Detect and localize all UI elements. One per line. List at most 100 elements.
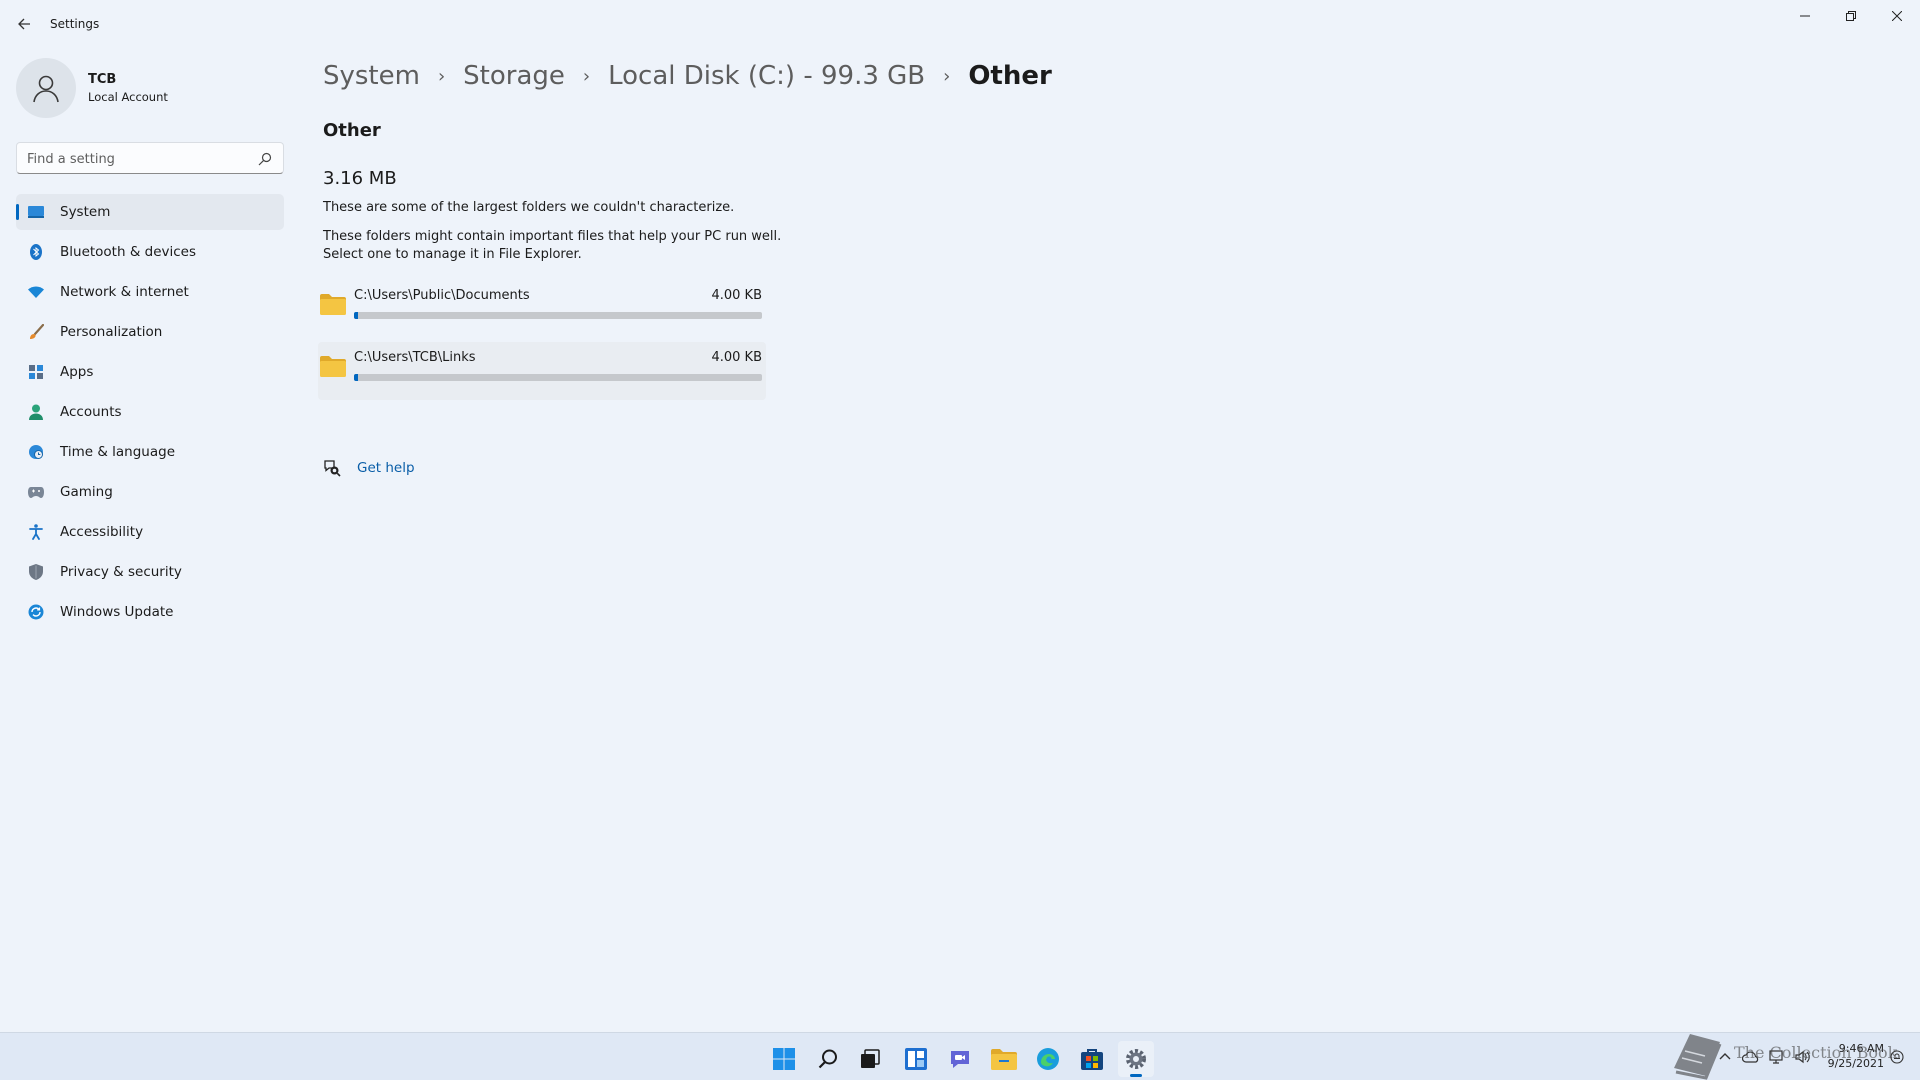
globe-clock-icon bbox=[28, 444, 44, 460]
usage-bar bbox=[354, 374, 762, 381]
sidebar-item-label: Accessibility bbox=[60, 524, 144, 540]
section-title: Other bbox=[323, 120, 381, 141]
sidebar-item-accounts[interactable]: Accounts bbox=[16, 394, 284, 430]
minimize-button[interactable] bbox=[1782, 0, 1828, 32]
brush-icon bbox=[28, 324, 44, 340]
file-explorer-icon bbox=[991, 1049, 1017, 1070]
breadcrumb-system[interactable]: System bbox=[323, 61, 420, 91]
restore-button[interactable] bbox=[1828, 0, 1874, 32]
search-input[interactable] bbox=[27, 149, 247, 169]
search-icon[interactable] bbox=[257, 151, 273, 167]
chevron-right-icon: › bbox=[437, 65, 446, 87]
folder-path: C:\Users\TCB\Links bbox=[354, 350, 476, 365]
sidebar-nav: System Bluetooth & devices Network & int… bbox=[16, 194, 284, 634]
apps-icon bbox=[28, 364, 44, 380]
sidebar-item-label: System bbox=[60, 204, 111, 220]
sidebar-item-apps[interactable]: Apps bbox=[16, 354, 284, 390]
taskbar-settings[interactable] bbox=[1118, 1041, 1154, 1077]
system-icon bbox=[28, 204, 44, 220]
folder-size: 4.00 KB bbox=[711, 350, 762, 365]
task-view-icon bbox=[861, 1049, 880, 1068]
minimize-icon bbox=[1800, 15, 1810, 17]
folder-item-links[interactable]: C:\Users\TCB\Links 4.00 KB bbox=[318, 342, 766, 400]
sidebar-item-label: Privacy & security bbox=[60, 564, 182, 580]
description: These are some of the largest folders we… bbox=[323, 200, 735, 215]
sidebar-item-bluetooth[interactable]: Bluetooth & devices bbox=[16, 234, 284, 270]
app-title: Settings bbox=[50, 17, 100, 31]
book-logo-icon bbox=[1674, 1034, 1722, 1080]
breadcrumb-local-disk[interactable]: Local Disk (C:) - 99.3 GB bbox=[608, 61, 925, 91]
avatar bbox=[16, 58, 76, 118]
start-icon bbox=[773, 1048, 795, 1070]
sidebar-item-network[interactable]: Network & internet bbox=[16, 274, 284, 310]
folder-icon bbox=[320, 356, 346, 377]
store-icon bbox=[1081, 1049, 1103, 1070]
restore-icon bbox=[1846, 11, 1856, 21]
chevron-right-icon: › bbox=[582, 65, 591, 87]
get-help-link[interactable]: Get help bbox=[357, 460, 415, 476]
edge-icon bbox=[1037, 1048, 1059, 1070]
description-line: These folders might contain important fi… bbox=[323, 229, 782, 244]
folder-size: 4.00 KB bbox=[711, 288, 762, 303]
search-icon bbox=[818, 1049, 837, 1069]
sidebar-item-label: Windows Update bbox=[60, 604, 174, 620]
usage-bar-fill bbox=[354, 312, 359, 319]
back-button[interactable] bbox=[12, 12, 36, 36]
taskbar-start[interactable] bbox=[766, 1041, 802, 1077]
total-size: 3.16 MB bbox=[323, 168, 397, 189]
breadcrumb-current: Other bbox=[968, 61, 1052, 91]
sidebar-item-personalization[interactable]: Personalization bbox=[16, 314, 284, 350]
gamepad-icon bbox=[28, 484, 44, 500]
accessibility-icon bbox=[28, 524, 44, 540]
breadcrumb-storage[interactable]: Storage bbox=[463, 61, 565, 91]
taskbar-search[interactable] bbox=[810, 1041, 846, 1077]
taskbar-task-view[interactable] bbox=[852, 1041, 888, 1077]
usage-bar-fill bbox=[354, 374, 359, 381]
sidebar-item-label: Bluetooth & devices bbox=[60, 244, 197, 260]
usage-bar bbox=[354, 312, 762, 319]
wifi-icon bbox=[28, 284, 44, 300]
sidebar-item-accessibility[interactable]: Accessibility bbox=[16, 514, 284, 550]
sidebar-item-system[interactable]: System bbox=[16, 194, 284, 230]
sidebar-item-label: Gaming bbox=[60, 484, 113, 500]
user-name: TCB bbox=[88, 72, 117, 87]
taskbar-store[interactable] bbox=[1074, 1041, 1110, 1077]
close-icon bbox=[1892, 11, 1902, 21]
sidebar-item-label: Apps bbox=[60, 364, 94, 380]
folder-path: C:\Users\Public\Documents bbox=[354, 288, 530, 303]
help-chat-icon bbox=[324, 460, 341, 477]
bluetooth-icon bbox=[28, 244, 44, 260]
sidebar-item-gaming[interactable]: Gaming bbox=[16, 474, 284, 510]
settings-window: Settings TCB Local Account System Blueto… bbox=[0, 0, 1920, 1032]
breadcrumb: System › Storage › Local Disk (C:) - 99.… bbox=[323, 56, 1052, 96]
search-box bbox=[16, 142, 284, 174]
account-type: Local Account bbox=[88, 90, 168, 104]
description-detail: These folders might contain important fi… bbox=[323, 228, 843, 264]
user-avatar-icon bbox=[33, 75, 59, 103]
shield-icon bbox=[28, 564, 44, 580]
sidebar-item-label: Time & language bbox=[60, 444, 176, 460]
settings-icon bbox=[1126, 1049, 1146, 1069]
back-arrow-icon bbox=[18, 18, 30, 30]
taskbar-chat[interactable] bbox=[942, 1041, 978, 1077]
folder-icon bbox=[320, 294, 346, 315]
folder-item-public-documents[interactable]: C:\Users\Public\Documents 4.00 KB bbox=[318, 280, 766, 338]
sidebar-item-time-language[interactable]: Time & language bbox=[16, 434, 284, 470]
person-icon bbox=[28, 404, 44, 420]
taskbar-edge[interactable] bbox=[1030, 1041, 1066, 1077]
sidebar-item-label: Personalization bbox=[60, 324, 163, 340]
chat-icon bbox=[951, 1051, 969, 1068]
taskbar: 9:46 AM 9/25/2021 bbox=[0, 1032, 1920, 1080]
watermark-text: The Collection Book bbox=[1734, 1043, 1898, 1062]
taskbar-file-explorer[interactable] bbox=[986, 1041, 1022, 1077]
update-icon bbox=[28, 604, 44, 620]
get-help[interactable]: Get help bbox=[323, 458, 415, 478]
taskbar-widgets[interactable] bbox=[898, 1041, 934, 1077]
close-button[interactable] bbox=[1874, 0, 1920, 32]
chevron-right-icon: › bbox=[943, 65, 951, 87]
title-bar: Settings bbox=[0, 0, 1920, 48]
sidebar-item-label: Accounts bbox=[60, 404, 122, 420]
sidebar-item-windows-update[interactable]: Windows Update bbox=[16, 594, 284, 630]
sidebar-item-privacy-security[interactable]: Privacy & security bbox=[16, 554, 284, 590]
widgets-icon bbox=[905, 1048, 927, 1070]
